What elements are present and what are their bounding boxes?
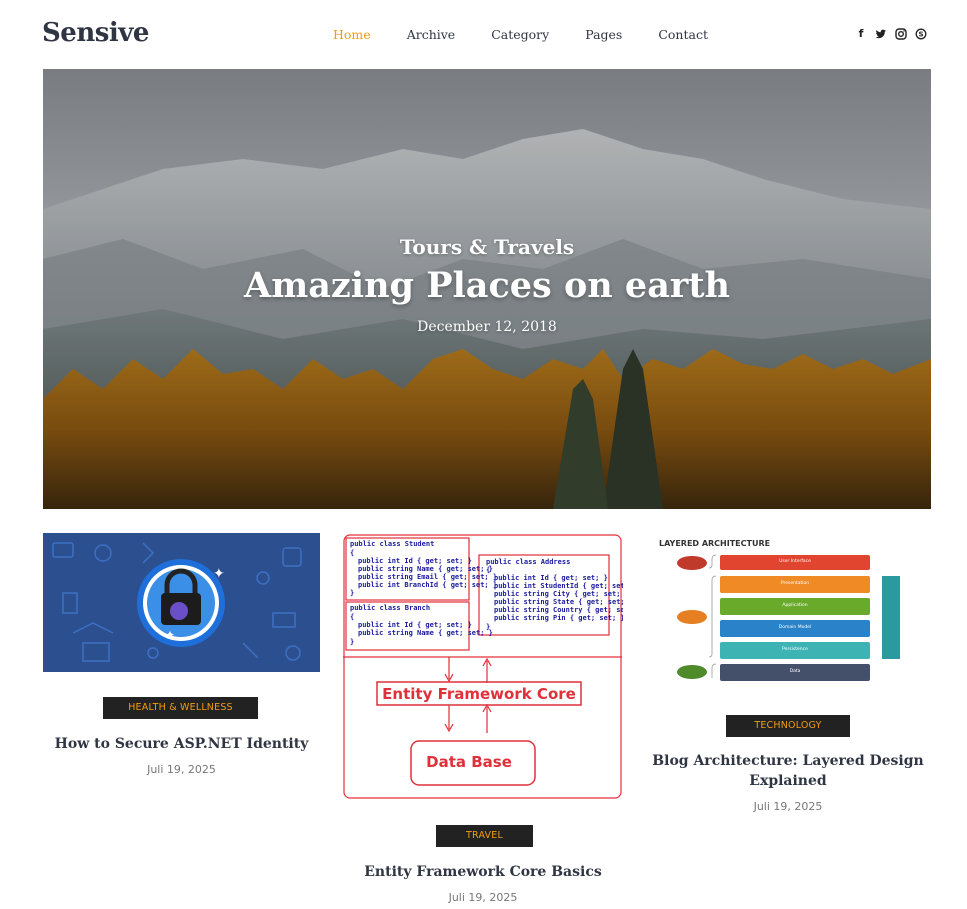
svg-text:Presentation: Presentation <box>781 580 809 586</box>
main-nav: Home Archive Category Pages Contact <box>333 27 744 42</box>
layered-architecture-diagram: LAYERED ARCHITECTURE User Interface Pres… <box>659 539 900 681</box>
nav-home[interactable]: Home <box>333 27 371 42</box>
nav-archive[interactable]: Archive <box>407 27 456 42</box>
svg-text:public string Name { get; set;: public string Name { get; set; } <box>358 629 493 637</box>
social-links: f S <box>855 28 927 40</box>
facebook-icon[interactable]: f <box>855 28 867 40</box>
svg-text:}: } <box>350 638 354 646</box>
ef-core-diagram: public class Student { public int Id { g… <box>343 534 623 799</box>
hero-date: December 12, 2018 <box>417 319 557 335</box>
skype-icon[interactable]: S <box>915 28 927 40</box>
svg-text:}: } <box>350 589 354 597</box>
post-title-line: Blog Architecture: Layered Design <box>652 753 924 769</box>
svg-text:LAYERED ARCHITECTURE: LAYERED ARCHITECTURE <box>659 539 770 548</box>
svg-text:public int BranchId { get; set: public int BranchId { get; set; } <box>358 581 497 589</box>
svg-text:public string Pin { get; set;: public string Pin { get; set; } <box>494 614 623 622</box>
post-title-line: Explained <box>749 773 827 789</box>
svg-text:public int Id { get; set; }: public int Id { get; set; } <box>494 574 608 582</box>
nav-category[interactable]: Category <box>491 27 549 42</box>
post-date: Juli 19, 2025 <box>147 763 216 776</box>
post-category-badge[interactable]: TRAVEL <box>436 825 533 847</box>
post-category-badge[interactable]: TECHNOLOGY <box>726 715 850 737</box>
svg-text:public string State { get; set: public string State { get; set; } <box>494 598 623 606</box>
svg-text:public int Id { get; set; }: public int Id { get; set; } <box>358 621 472 629</box>
svg-text:Entity Framework Core: Entity Framework Core <box>382 685 576 703</box>
post-image-layered-architecture[interactable]: LAYERED ARCHITECTURE User Interface Pres… <box>652 533 910 689</box>
site-header: Sensive Home Archive Category Pages Cont… <box>0 0 967 69</box>
svg-text:public int StudentId { get; se: public int StudentId { get; set; } <box>494 582 623 590</box>
post-title[interactable]: Entity Framework Core Basics <box>343 862 623 882</box>
post-date: Juli 19, 2025 <box>753 800 823 813</box>
twitter-icon[interactable] <box>875 28 887 40</box>
svg-text:Persistence: Persistence <box>782 646 808 652</box>
post-image-security[interactable]: ✦ ✦ <box>43 533 320 672</box>
post-category-badge[interactable]: HEALTH & WELLNESS <box>103 697 258 719</box>
svg-text:public string Name { get; set;: public string Name { get; set; } <box>358 565 493 573</box>
svg-text:public string City { get; set;: public string City { get; set; } <box>494 590 623 598</box>
site-logo[interactable]: Sensive <box>42 18 149 48</box>
svg-text:}: } <box>486 623 490 631</box>
hero-banner[interactable]: Tours & Travels Amazing Places on earth … <box>43 69 931 509</box>
svg-text:public string Country { get; s: public string Country { get; set; } <box>494 606 623 614</box>
svg-text:public class Address: public class Address <box>486 558 570 566</box>
svg-text:Data Base: Data Base <box>426 753 512 771</box>
svg-text:public string Email { get; set: public string Email { get; set; } <box>358 573 497 581</box>
hero-category[interactable]: Tours & Travels <box>43 235 931 259</box>
svg-text:{: { <box>486 566 490 574</box>
svg-text:Application: Application <box>782 602 807 608</box>
post-date: Juli 19, 2025 <box>448 891 518 904</box>
post-title[interactable]: How to Secure ASP.NET Identity <box>43 734 320 754</box>
svg-text:Domain Model: Domain Model <box>779 624 811 630</box>
instagram-icon[interactable] <box>895 28 907 40</box>
svg-text:{: { <box>350 613 354 621</box>
lock-illustration: ✦ ✦ <box>43 533 320 672</box>
svg-text:✦: ✦ <box>213 566 225 582</box>
svg-text:✦: ✦ <box>165 628 175 642</box>
svg-text:public int Id { get; set; }: public int Id { get; set; } <box>358 557 472 565</box>
svg-text:User Interface: User Interface <box>779 558 811 564</box>
hero-title[interactable]: Amazing Places on earth <box>43 265 931 306</box>
svg-text:{: { <box>350 549 354 557</box>
svg-text:Data: Data <box>790 668 801 674</box>
svg-text:S: S <box>918 31 923 39</box>
nav-contact[interactable]: Contact <box>658 27 708 42</box>
nav-pages[interactable]: Pages <box>585 27 622 42</box>
svg-text:public class Student: public class Student <box>350 540 434 548</box>
post-title[interactable]: Blog Architecture: Layered Design Explai… <box>652 751 924 791</box>
svg-text:public class Branch: public class Branch <box>350 604 430 612</box>
post-image-ef-core[interactable]: public class Student { public int Id { g… <box>343 533 623 801</box>
